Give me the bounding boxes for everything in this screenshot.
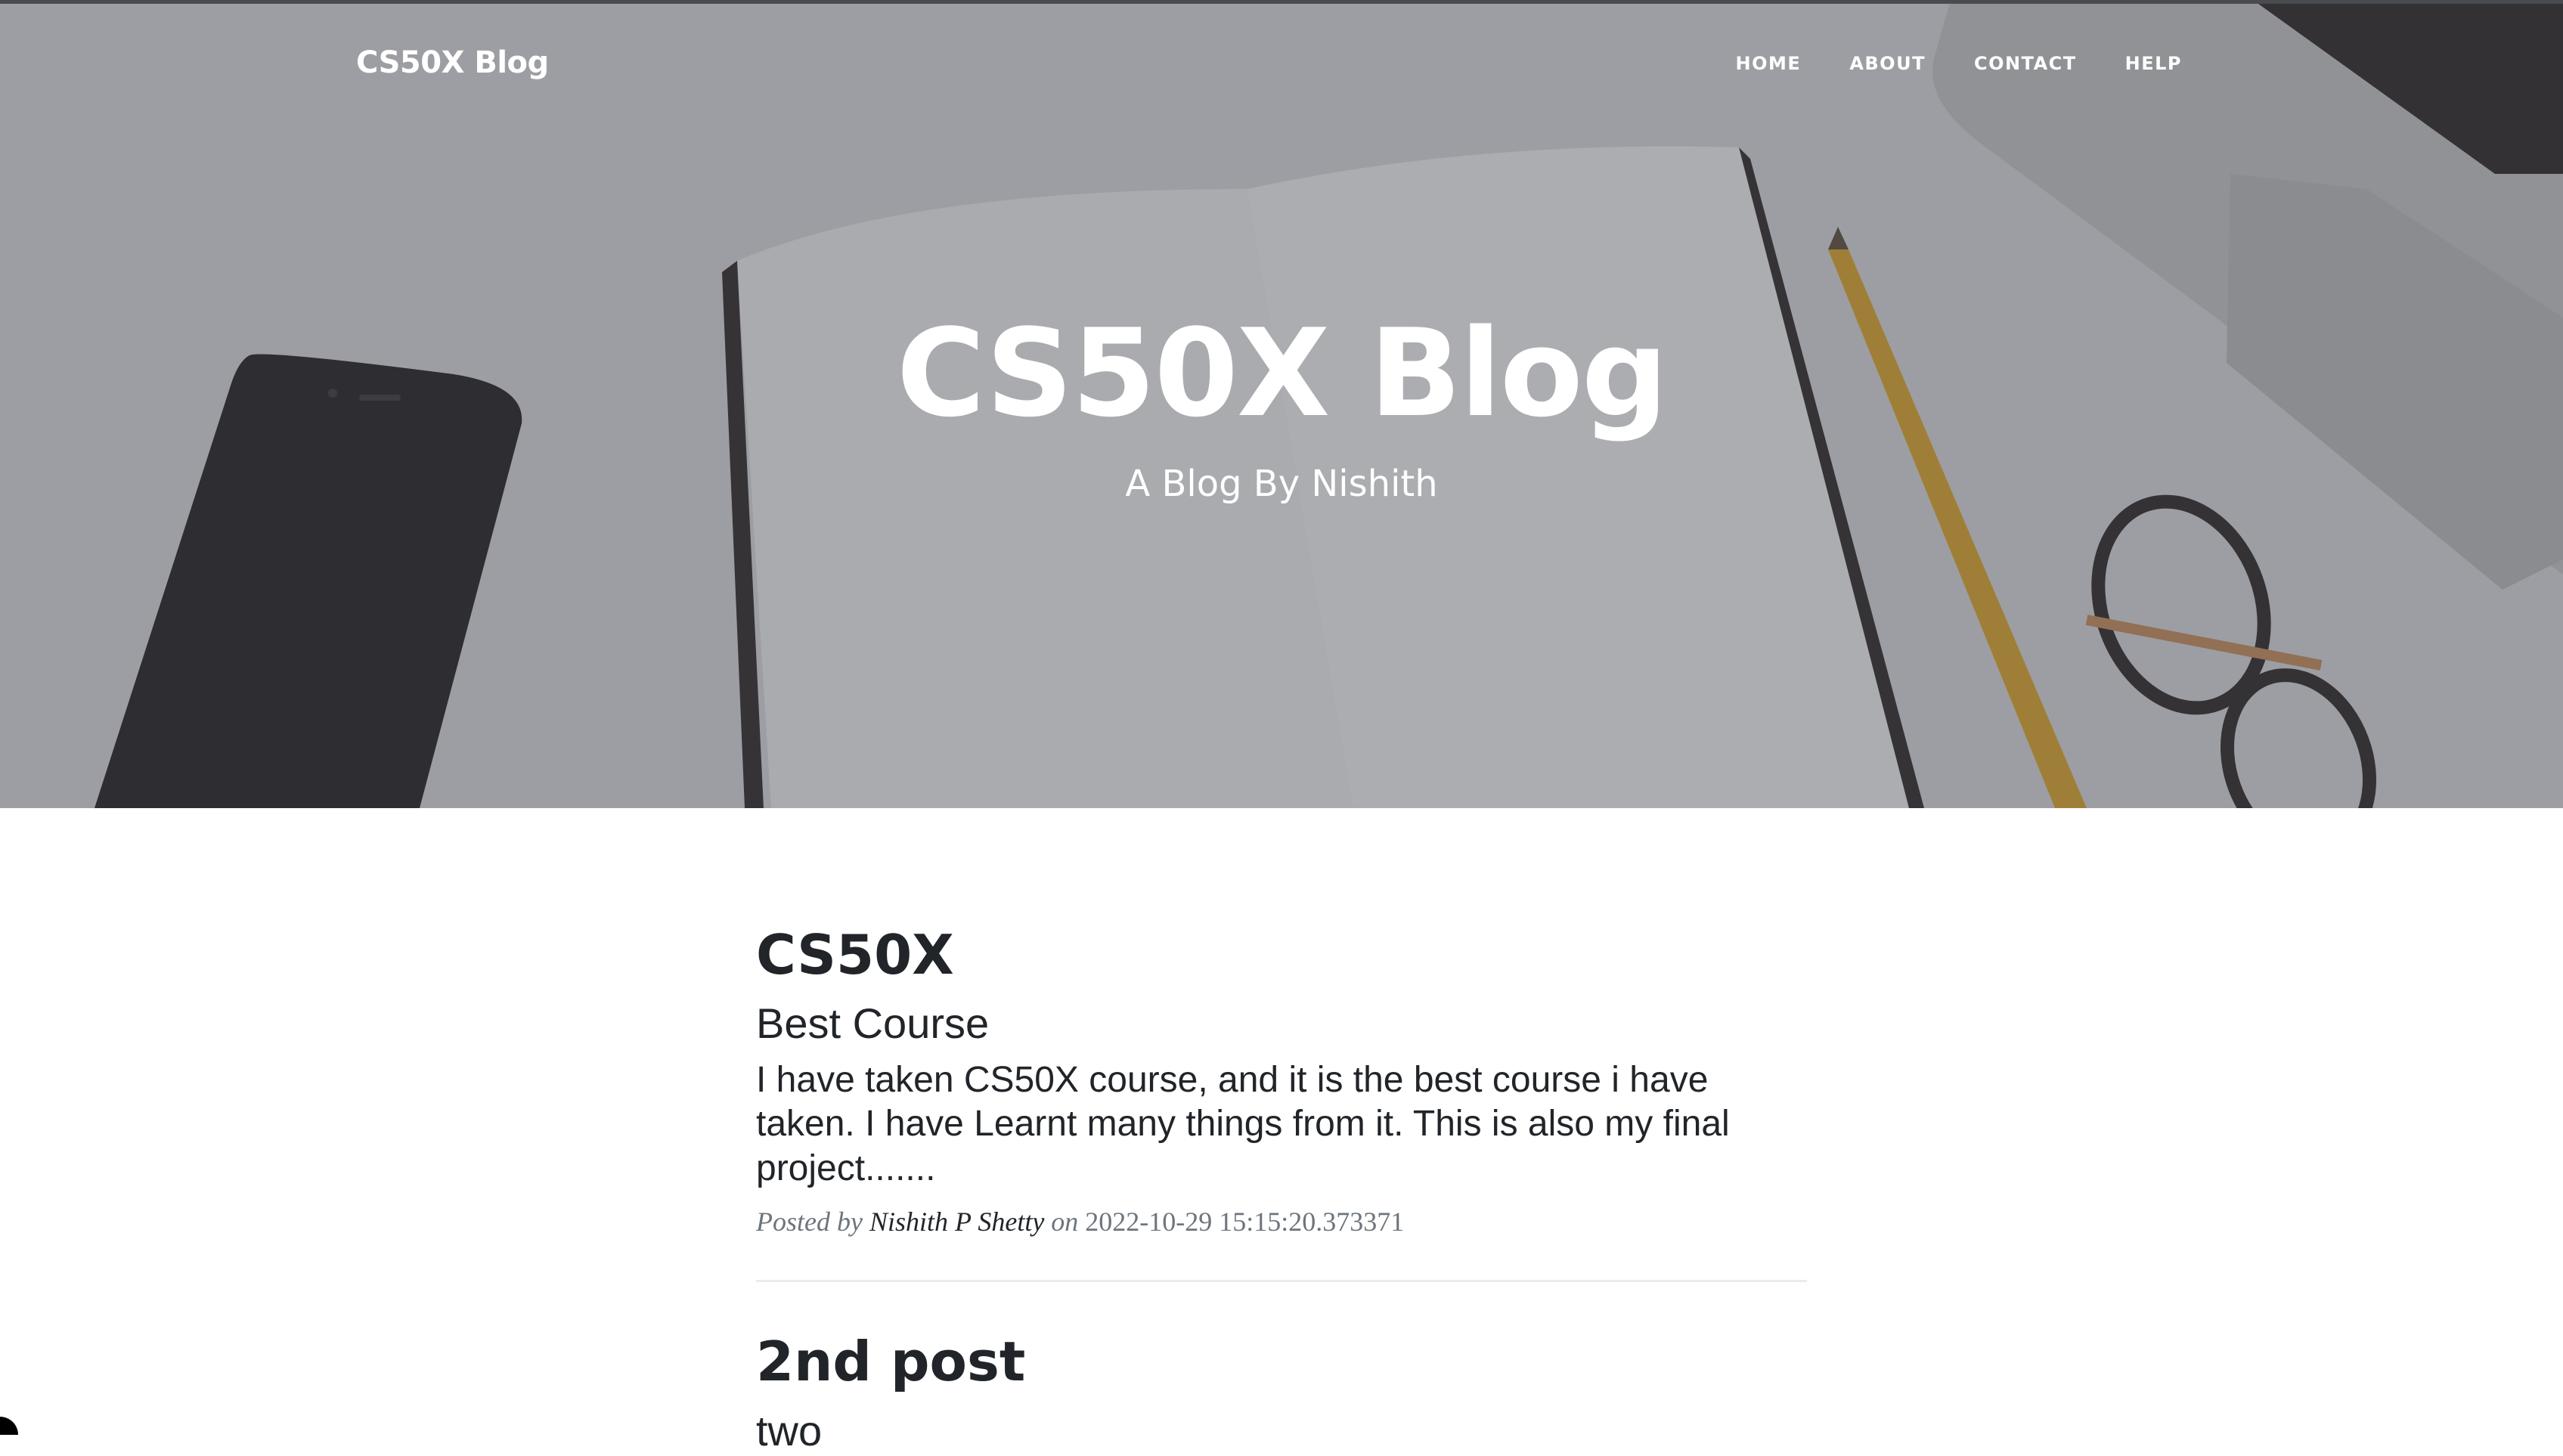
nav-link-help[interactable]: HELP [2077,53,2182,74]
hero-title: CS50X Blog [0,302,2563,444]
nav-link-home[interactable]: HOME [1687,53,1802,74]
brand-link[interactable]: CS50X Blog [356,45,549,80]
hero-subtitle: A Blog By Nishith [0,463,2563,505]
main-nav: HOME ABOUT CONTACT HELP [1687,53,2182,74]
on-label: on [1051,1207,1078,1237]
top-border [0,0,2563,4]
post-title[interactable]: CS50X [756,922,1807,987]
hero-header: CS50X Blog HOME ABOUT CONTACT HELP CS50X… [0,0,2563,808]
nav-link-contact[interactable]: CONTACT [1926,53,2077,74]
post-subtitle[interactable]: Best Course [756,998,1807,1049]
post-title[interactable]: 2nd post [756,1329,1807,1394]
post-divider [756,1280,1807,1282]
post-subtitle[interactable]: two [756,1405,1807,1456]
post-list: CS50X Best Course I have taken CS50X cou… [756,922,1807,1456]
post-preview[interactable]: CS50X Best Course I have taken CS50X cou… [756,922,1807,1238]
window-corner [0,1417,18,1435]
posted-by-label: Posted by [756,1207,863,1237]
nav-link-about[interactable]: ABOUT [1801,53,1926,74]
post-date: 2022-10-29 15:15:20.373371 [1085,1207,1404,1237]
post-preview[interactable]: 2nd post two [756,1329,1807,1456]
post-author-link[interactable]: Nishith P Shetty [869,1207,1044,1237]
post-meta: Posted by Nishith P Shetty on 2022-10-29… [756,1206,1807,1238]
post-excerpt: I have taken CS50X course, and it is the… [756,1058,1807,1191]
